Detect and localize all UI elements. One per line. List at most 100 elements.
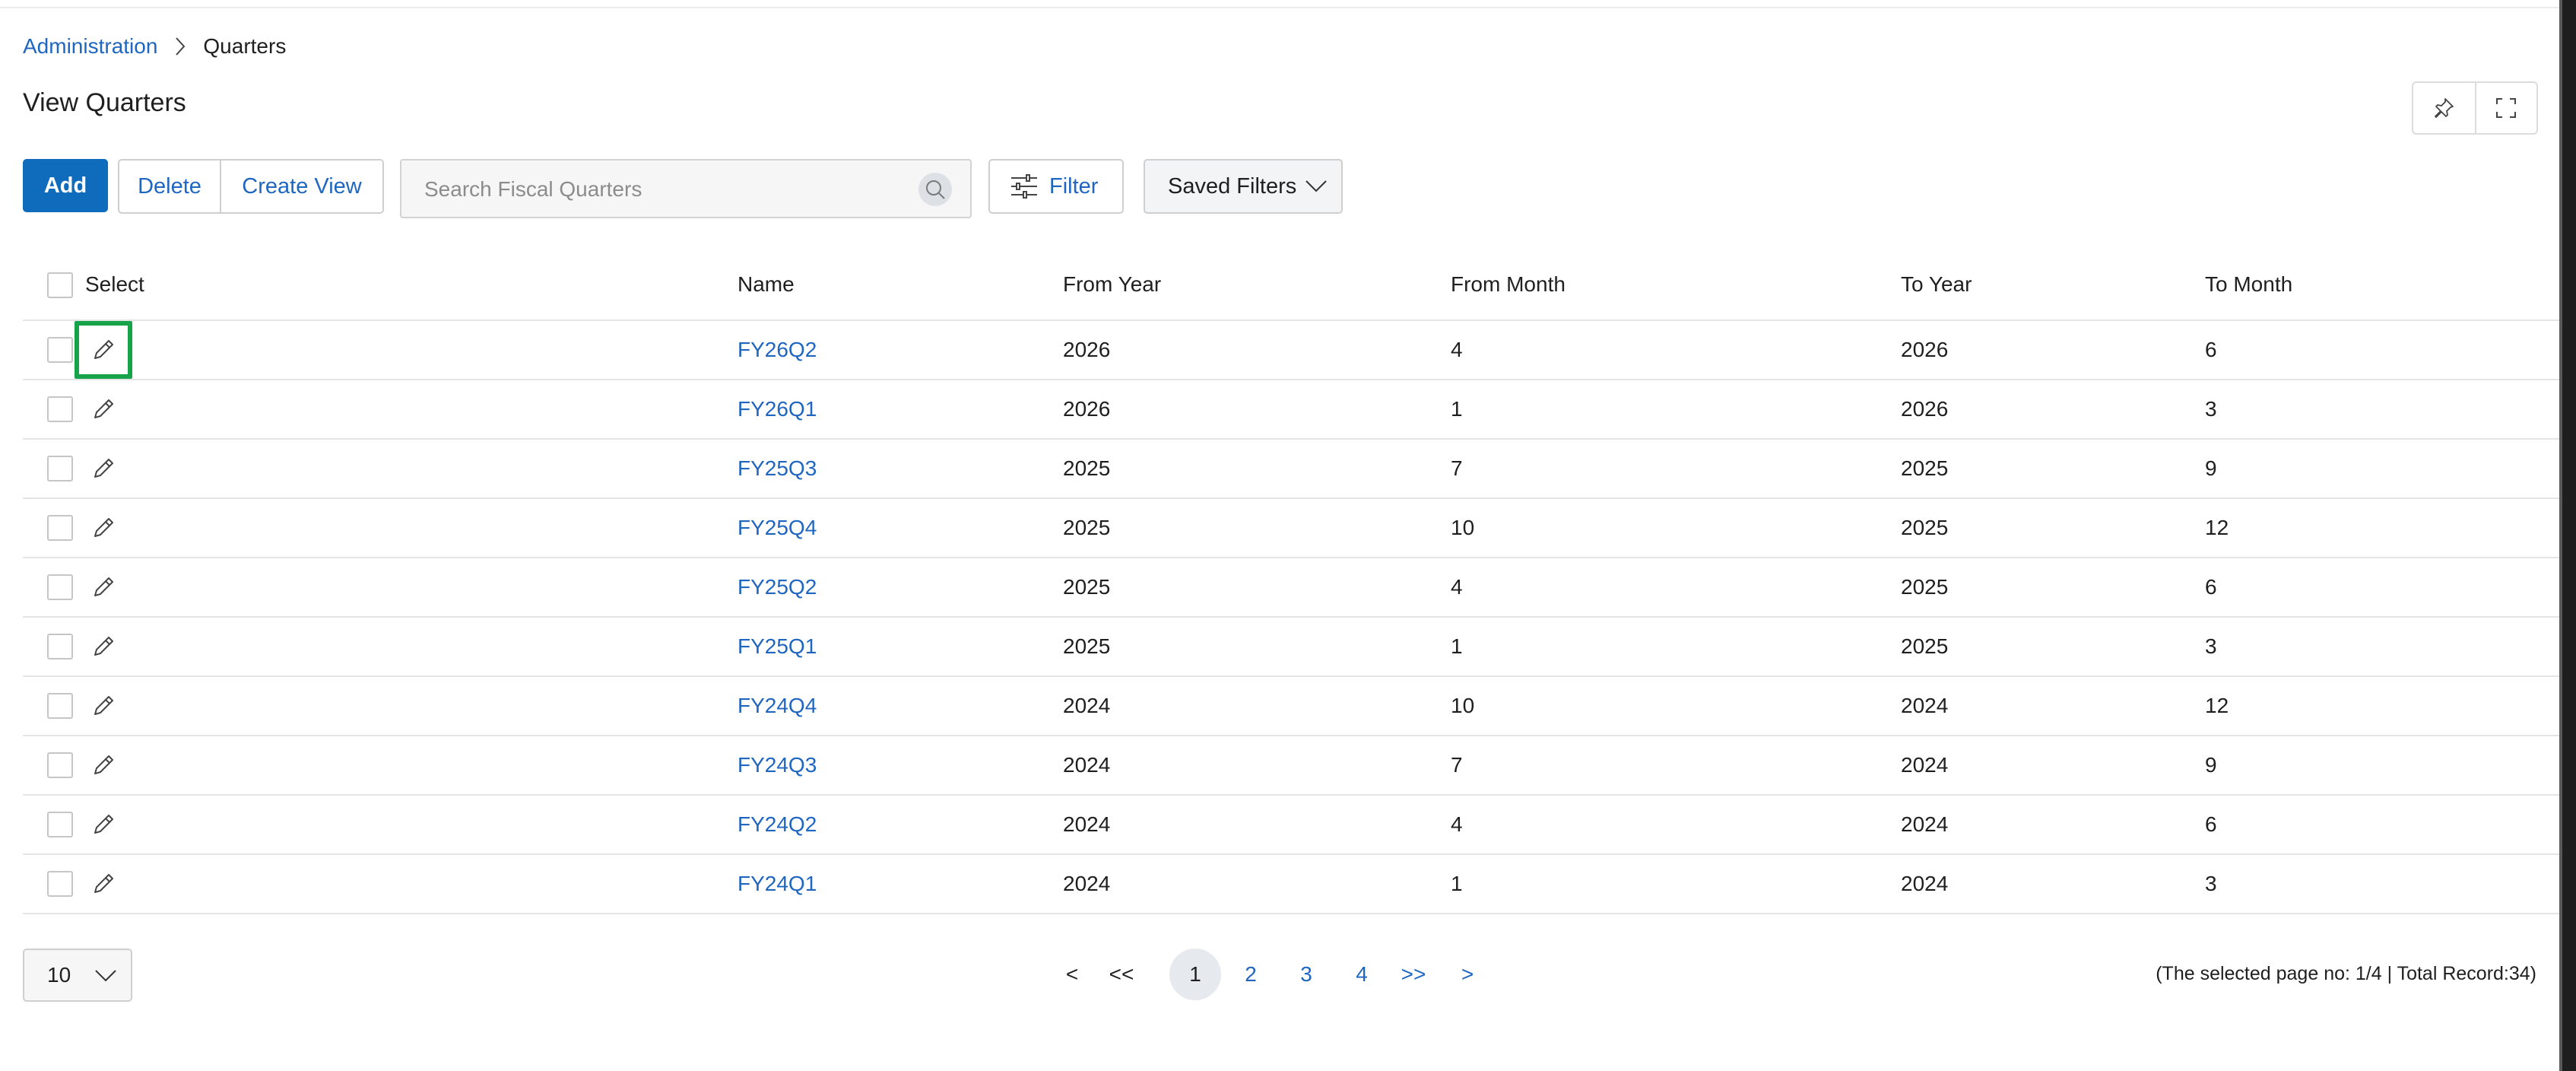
from-month-cell: 4 [1451,338,1463,361]
to-month-cell: 9 [2205,456,2217,480]
row-checkbox[interactable] [47,337,73,363]
page-button-2[interactable]: 2 [1225,949,1277,1000]
page-title: View Quarters [23,88,186,117]
fullscreen-icon [2496,98,2517,118]
select-all-checkbox[interactable] [47,272,73,298]
from-year-cell: 2024 [1063,753,1111,777]
quarter-name-link[interactable]: FY26Q1 [738,397,817,421]
chevron-right-icon [157,33,203,59]
page-button-4[interactable]: 4 [1336,949,1388,1000]
to-year-cell: 2026 [1901,397,1949,421]
header-to-year[interactable]: To Year [1901,272,1972,297]
to-year-cell: 2024 [1901,753,1949,777]
top-divider [0,0,2559,8]
edit-button[interactable] [75,796,132,853]
to-month-cell: 12 [2205,694,2229,717]
edit-button[interactable] [75,380,132,438]
row-checkbox[interactable] [47,693,73,719]
quarter-name-link[interactable]: FY25Q1 [738,634,817,659]
page-size-value: 10 [47,963,71,987]
row-checkbox[interactable] [47,396,73,422]
header-to-month[interactable]: To Month [2205,272,2292,297]
filter-label: Filter [1049,173,1099,199]
row-checkbox[interactable] [47,515,73,541]
pin-button[interactable] [2413,83,2475,133]
prev-page-button[interactable]: < [1057,949,1087,1000]
quarter-name-link[interactable]: FY25Q3 [738,456,817,481]
from-month-cell: 1 [1451,872,1463,895]
from-year-cell: 2025 [1063,456,1111,480]
page-button-1[interactable]: 1 [1169,949,1221,1000]
quarter-name-link[interactable]: FY25Q4 [738,516,817,540]
search-icon [926,180,945,199]
table-row: FY26Q2 2026 4 2026 6 [23,321,2559,380]
next-page-button[interactable]: > [1452,949,1483,1000]
search-input[interactable] [424,171,896,208]
from-year-cell: 2026 [1063,338,1111,361]
header-from-year[interactable]: From Year [1063,272,1161,297]
from-year-cell: 2024 [1063,872,1111,895]
filter-button[interactable]: Filter [988,159,1124,214]
to-year-cell: 2024 [1901,872,1949,895]
row-checkbox[interactable] [47,812,73,837]
edit-button[interactable] [75,618,132,675]
row-checkbox[interactable] [47,752,73,778]
from-year-cell: 2025 [1063,516,1111,539]
row-checkbox[interactable] [47,871,73,897]
to-year-cell: 2025 [1901,516,1949,539]
add-button[interactable]: Add [23,159,108,212]
quarter-name-link[interactable]: FY24Q1 [738,872,817,896]
edit-button[interactable] [75,440,132,497]
header-name[interactable]: Name [738,272,795,297]
quarter-name-link[interactable]: FY24Q4 [738,694,817,718]
fullscreen-button[interactable] [2474,83,2536,133]
page-button-3[interactable]: 3 [1280,949,1332,1000]
quarter-name-link[interactable]: FY26Q2 [738,338,817,362]
saved-filters-dropdown[interactable]: Saved Filters [1144,159,1343,214]
chevron-down-icon [1305,180,1327,192]
to-year-cell: 2025 [1901,456,1949,480]
pencil-icon [94,577,113,596]
quarter-name-link[interactable]: FY25Q2 [738,575,817,599]
pencil-icon [94,637,113,656]
quarter-name-link[interactable]: FY24Q2 [738,812,817,837]
edit-button[interactable] [75,677,132,735]
to-month-cell: 3 [2205,872,2217,895]
to-month-cell: 12 [2205,516,2229,539]
edit-button[interactable] [75,499,132,557]
action-button-group: Delete Create View [118,159,384,214]
view-tools [2412,81,2538,135]
edit-button[interactable] [75,321,132,379]
to-month-cell: 6 [2205,338,2217,361]
row-checkbox[interactable] [47,574,73,600]
quarter-name-link[interactable]: FY24Q3 [738,753,817,777]
breadcrumb-current: Quarters [203,34,287,58]
search-button[interactable] [918,173,952,206]
breadcrumb-administration-link[interactable]: Administration [23,34,157,59]
edit-button[interactable] [75,736,132,794]
first-page-button[interactable]: << [1102,949,1140,1000]
delete-button[interactable]: Delete [119,160,221,212]
search-box [400,159,972,218]
from-year-cell: 2025 [1063,634,1111,658]
window-edge [2559,0,2576,1071]
pencil-icon [94,399,113,418]
to-year-cell: 2024 [1901,812,1949,836]
quarters-table: Select Name From Year From Month To Year… [23,256,2559,914]
pencil-icon [94,696,113,715]
to-year-cell: 2024 [1901,694,1949,717]
to-year-cell: 2025 [1901,634,1949,658]
from-month-cell: 1 [1451,634,1463,658]
table-header: Select Name From Year From Month To Year… [23,256,2559,321]
create-view-button[interactable]: Create View [221,160,382,212]
row-checkbox[interactable] [47,634,73,659]
pin-icon [2435,98,2454,118]
header-from-month[interactable]: From Month [1451,272,1566,297]
row-checkbox[interactable] [47,456,73,481]
edit-button[interactable] [75,558,132,616]
last-page-button[interactable]: >> [1394,949,1432,1000]
from-month-cell: 4 [1451,575,1463,599]
edit-button[interactable] [75,855,132,913]
page-size-select[interactable]: 10 [23,949,132,1002]
table-row: FY24Q1 2024 1 2024 3 [23,855,2559,914]
